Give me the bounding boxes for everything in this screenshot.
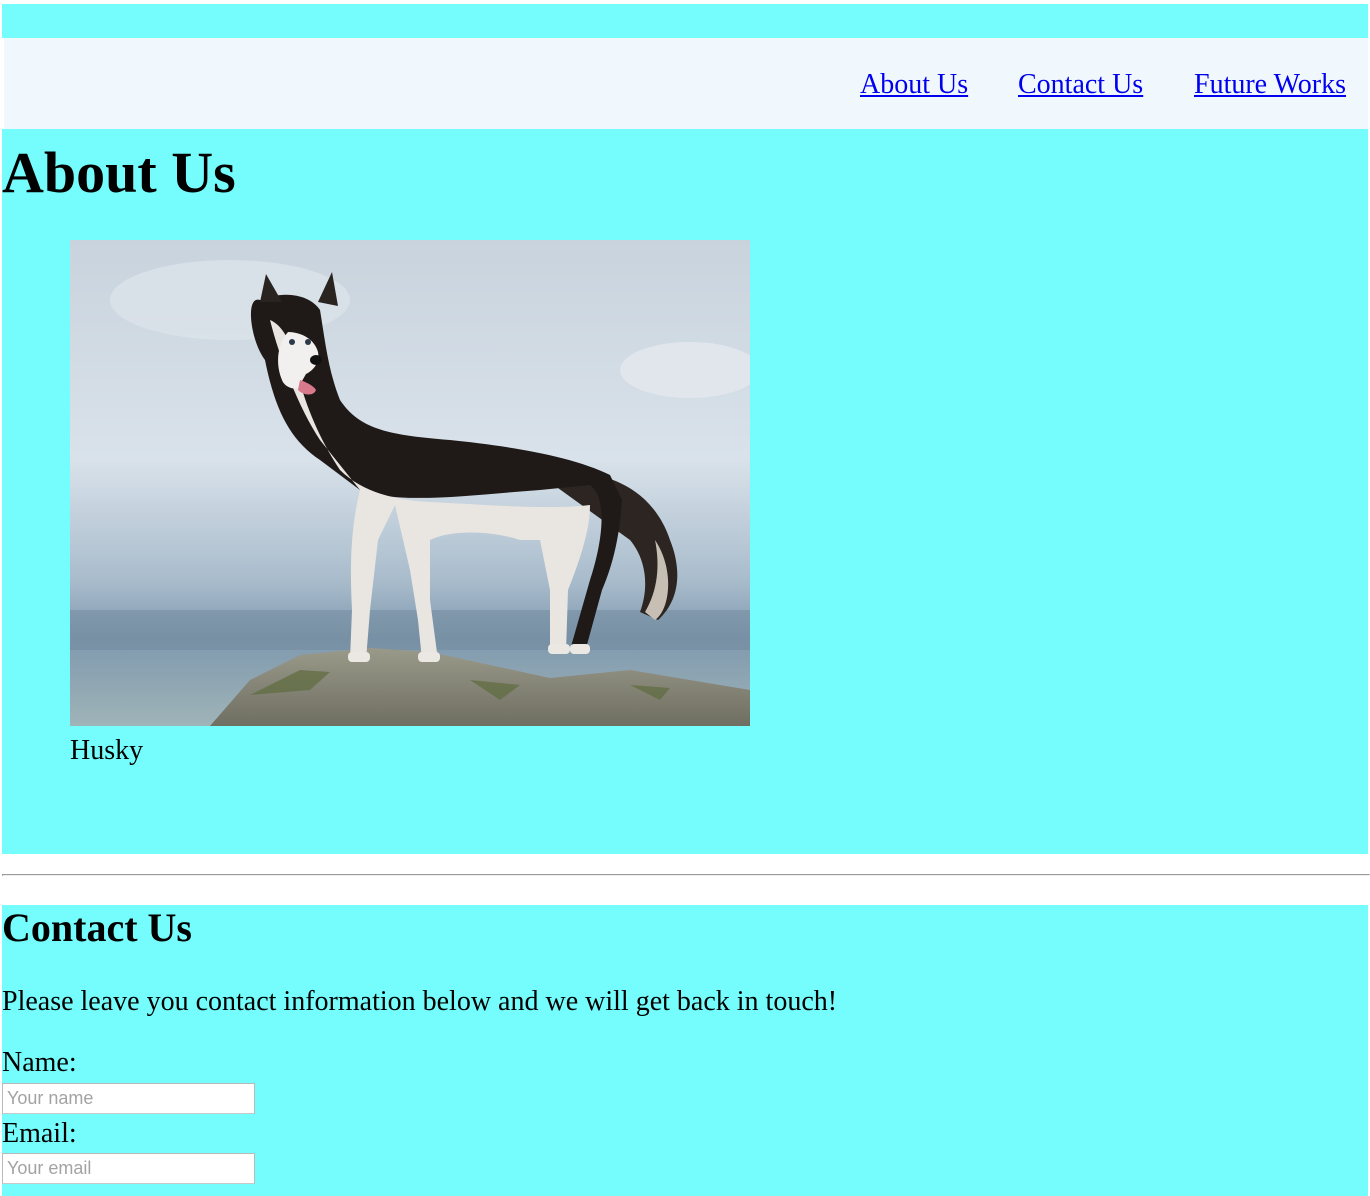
nav-link-about-us[interactable]: About Us (860, 68, 968, 102)
navbar (4, 38, 1368, 129)
nav-link-contact-us[interactable]: Contact Us (1018, 68, 1143, 102)
email-input[interactable] (2, 1153, 255, 1184)
image-caption: Husky (70, 735, 144, 766)
top-band (2, 4, 1368, 38)
email-label: Email: (2, 1118, 77, 1149)
contact-description: Please leave you contact information bel… (2, 986, 838, 1017)
nav-link-future-works[interactable]: Future Works (1194, 68, 1346, 102)
contact-title: Contact Us (2, 905, 192, 950)
name-input[interactable] (2, 1083, 255, 1114)
section-divider (2, 874, 1370, 876)
about-title: About Us (2, 140, 236, 205)
page: About Us Contact Us Future Works About U… (0, 0, 1370, 1196)
husky-image (70, 240, 750, 726)
name-label: Name: (2, 1047, 77, 1078)
